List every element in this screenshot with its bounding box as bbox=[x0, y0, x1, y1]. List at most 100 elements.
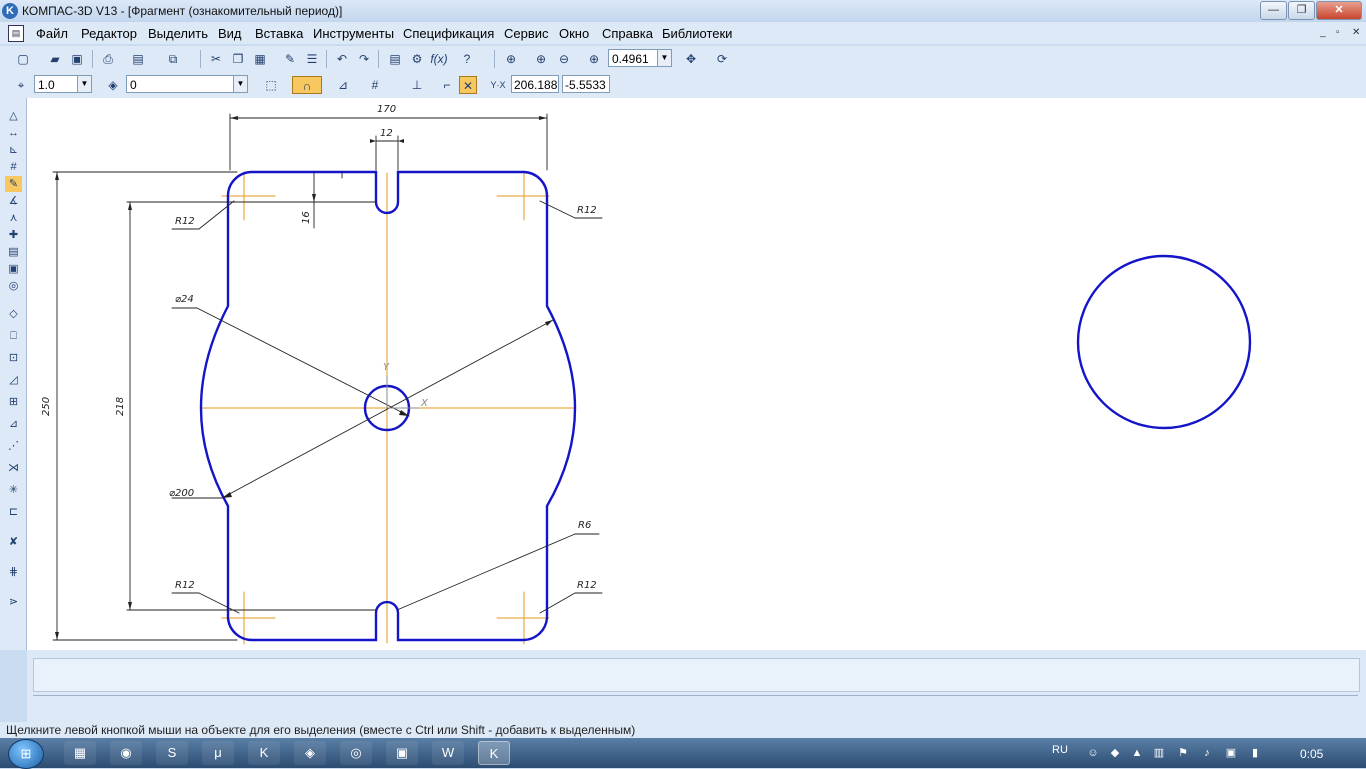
start-button[interactable]: ⊞ bbox=[8, 739, 44, 769]
parametrization-icon[interactable]: ✎ bbox=[5, 176, 22, 192]
menu-view[interactable]: Вид bbox=[218, 26, 242, 41]
layer-dropdown-icon[interactable]: ▼ bbox=[233, 75, 248, 93]
layer-icon[interactable]: ◈ bbox=[104, 76, 122, 94]
zoom-dropdown-icon[interactable]: ▼ bbox=[657, 49, 672, 67]
minimize-button[interactable]: — bbox=[1260, 1, 1287, 20]
object-properties-icon[interactable]: ⬚ bbox=[262, 76, 280, 94]
contour-icon[interactable]: ⊏ bbox=[5, 504, 22, 520]
app-k-icon[interactable]: K bbox=[248, 741, 280, 765]
explorer-icon[interactable]: ▣ bbox=[386, 741, 418, 765]
menu-specification[interactable]: Спецификация bbox=[403, 26, 494, 41]
copy-icon[interactable]: ❐ bbox=[229, 50, 247, 68]
calculator-icon[interactable]: ▦ bbox=[64, 741, 96, 765]
cut-icon[interactable]: ✂ bbox=[207, 50, 225, 68]
drawing-canvas[interactable]: 170 12 16 250 218 ⌀24 ⌀200 R12 R12 R12 R… bbox=[27, 98, 1366, 650]
help-pointer-icon[interactable]: ? bbox=[458, 50, 476, 68]
flag-icon[interactable]: ⚑ bbox=[1176, 746, 1190, 760]
undo-icon[interactable]: ↶ bbox=[333, 50, 351, 68]
zoom-in-icon[interactable]: ⊕ bbox=[532, 50, 550, 68]
spline-icon[interactable]: ⋰ bbox=[5, 438, 22, 454]
redo-icon[interactable]: ↷ bbox=[355, 50, 373, 68]
menu-window[interactable]: Окно bbox=[559, 26, 589, 41]
local-cs-icon[interactable]: ⊥ bbox=[408, 76, 426, 94]
zoom-window-icon[interactable]: ⊕ bbox=[502, 50, 520, 68]
torrent-icon[interactable]: μ bbox=[202, 741, 234, 765]
segment-icon[interactable]: ⎕ bbox=[5, 328, 22, 344]
specification-icon[interactable]: ▤ bbox=[5, 244, 22, 260]
menu-tools[interactable]: Инструменты bbox=[313, 26, 394, 41]
fillet-icon[interactable]: ✳ bbox=[5, 482, 22, 498]
language-indicator[interactable]: RU bbox=[1052, 744, 1068, 756]
geometry-icon[interactable]: △ bbox=[5, 108, 22, 124]
user-icon[interactable]: ☺ bbox=[1086, 746, 1100, 760]
print-preview-icon[interactable]: ▤ bbox=[129, 50, 147, 68]
associative-views-icon[interactable]: ✚ bbox=[5, 227, 22, 243]
menu-service[interactable]: Сервис bbox=[504, 26, 549, 41]
menu-insert[interactable]: Вставка bbox=[255, 26, 303, 41]
insert-icon[interactable]: ◎ bbox=[5, 278, 22, 294]
delete-icon[interactable]: ✘ bbox=[5, 534, 22, 550]
menu-libraries[interactable]: Библиотеки bbox=[662, 26, 732, 41]
zoom-scale-icon[interactable]: ⊕ bbox=[585, 50, 603, 68]
circle-icon[interactable]: ⊡ bbox=[5, 350, 22, 366]
function-icon[interactable]: f(x) bbox=[430, 50, 448, 68]
cursor-step-icon[interactable]: ⌖ bbox=[12, 76, 30, 94]
print-icon[interactable]: ⎙ bbox=[99, 50, 117, 68]
firefox-icon[interactable]: ◉ bbox=[110, 741, 142, 765]
pan-icon[interactable]: ✥ bbox=[682, 50, 700, 68]
menu-select[interactable]: Выделить bbox=[148, 26, 208, 41]
doc-minimize-button[interactable]: _ bbox=[1320, 27, 1326, 38]
menu-help[interactable]: Справка bbox=[602, 26, 653, 41]
coord-x-field[interactable]: 206.188 bbox=[511, 75, 559, 93]
grid-icon[interactable]: # bbox=[366, 76, 384, 94]
orthogonal-mode-icon[interactable]: ⌐ bbox=[438, 76, 456, 94]
view-manager-icon[interactable]: ⧉ bbox=[164, 50, 182, 68]
properties-icon[interactable]: ☰ bbox=[303, 50, 321, 68]
select-icon[interactable]: ⋏ bbox=[5, 210, 22, 226]
clock[interactable]: 0:05 bbox=[1300, 747, 1323, 761]
game-icon[interactable]: ◈ bbox=[294, 741, 326, 765]
word-icon[interactable]: W bbox=[432, 741, 464, 765]
coord-y-field[interactable]: -5.5533 bbox=[562, 75, 610, 93]
format-brush-icon[interactable]: ✎ bbox=[281, 50, 299, 68]
doc-restore-button[interactable]: ▫ bbox=[1336, 27, 1340, 38]
antivirus-icon[interactable]: ◆ bbox=[1108, 746, 1122, 760]
round-mode-icon[interactable]: ✕ bbox=[459, 76, 477, 94]
kompas-icon[interactable]: K bbox=[478, 741, 510, 765]
step-dropdown-icon[interactable]: ▼ bbox=[77, 75, 92, 93]
save-icon[interactable]: ▣ bbox=[68, 50, 86, 68]
mirror-icon[interactable]: ⋗ bbox=[5, 594, 22, 610]
reports-icon[interactable]: ▣ bbox=[5, 261, 22, 277]
menu-editor[interactable]: Редактор bbox=[81, 26, 137, 41]
ortho-icon[interactable]: ⊿ bbox=[334, 76, 352, 94]
trim-icon[interactable]: ⋕ bbox=[5, 564, 22, 580]
document-icon[interactable]: ▤ bbox=[8, 25, 24, 42]
point-icon[interactable]: ◇ bbox=[5, 306, 22, 322]
menu-file[interactable]: Файл bbox=[36, 26, 68, 41]
layer-field[interactable]: 0 bbox=[126, 75, 234, 93]
hatch-icon[interactable]: ⊿ bbox=[5, 416, 22, 432]
edit-icon[interactable]: # bbox=[5, 159, 22, 175]
network-icon[interactable]: ▥ bbox=[1152, 746, 1166, 760]
battery-icon[interactable]: ▮ bbox=[1248, 746, 1262, 760]
gpu-icon[interactable]: ▲ bbox=[1130, 746, 1144, 760]
zoom-out-icon[interactable]: ⊖ bbox=[555, 50, 573, 68]
variables-icon[interactable]: ▤ bbox=[386, 50, 404, 68]
close-button[interactable]: ✕ bbox=[1316, 1, 1362, 20]
cursor-step-field[interactable]: 1.0 bbox=[34, 75, 78, 93]
doc-close-button[interactable]: ✕ bbox=[1352, 27, 1360, 38]
connection-icon[interactable]: ▣ bbox=[1224, 746, 1238, 760]
fragment-drawing[interactable]: 170 12 16 250 218 ⌀24 ⌀200 R12 R12 R12 R… bbox=[27, 98, 1366, 650]
ellipse-icon[interactable]: ⊞ bbox=[5, 394, 22, 410]
dimensions-icon[interactable]: ↔ bbox=[5, 125, 22, 141]
measure-icon[interactable]: ∡ bbox=[5, 193, 22, 209]
skype-icon[interactable]: S bbox=[156, 741, 188, 765]
volume-icon[interactable]: ♪ bbox=[1200, 746, 1214, 760]
zoom-value-field[interactable]: 0.4961 bbox=[608, 49, 658, 67]
snap-magnet-icon[interactable]: ∩ bbox=[292, 76, 322, 94]
paste-icon[interactable]: ▦ bbox=[251, 50, 269, 68]
library-manager-icon[interactable]: ⚙ bbox=[408, 50, 426, 68]
new-document-icon[interactable]: ▢ bbox=[14, 50, 32, 68]
maximize-button[interactable]: ❐ bbox=[1288, 1, 1315, 20]
chamfer-icon[interactable]: ⋊ bbox=[5, 460, 22, 476]
